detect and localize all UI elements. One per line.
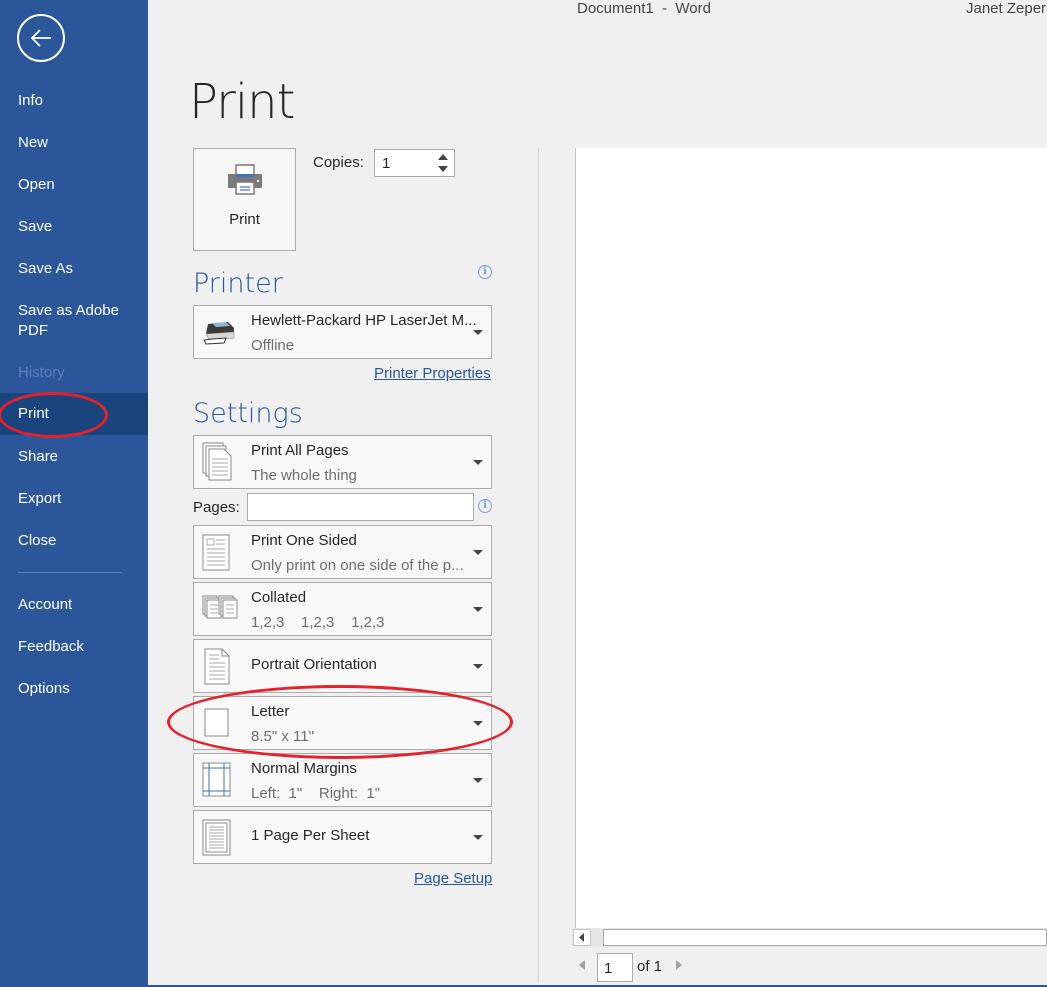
chevron-down-icon bbox=[473, 607, 483, 612]
orientation-main: Portrait Orientation bbox=[251, 656, 377, 673]
print-preview-page bbox=[575, 148, 1047, 928]
margins-icon bbox=[202, 762, 231, 797]
margins-sub: Left: 1" Right: 1" bbox=[251, 785, 381, 802]
print-button[interactable]: Print bbox=[193, 148, 296, 251]
sidebar-item-save-as[interactable]: Save As bbox=[0, 259, 148, 279]
scrollbar-thumb[interactable] bbox=[603, 929, 1047, 946]
printer-heading: Printer bbox=[193, 268, 283, 299]
pages-info-icon[interactable]: i bbox=[478, 499, 492, 513]
sidebar-item-export[interactable]: Export bbox=[0, 489, 148, 509]
print-range-sub: The whole thing bbox=[251, 467, 357, 484]
sidebar-item-print[interactable]: Print bbox=[0, 393, 148, 435]
previous-page-icon[interactable] bbox=[579, 960, 585, 970]
sidebar-item-new[interactable]: New bbox=[0, 133, 148, 153]
pages-input[interactable] bbox=[247, 493, 474, 521]
chevron-down-icon bbox=[473, 550, 483, 555]
one-sided-icon bbox=[202, 534, 230, 571]
orientation-select[interactable]: Portrait Orientation bbox=[193, 639, 492, 693]
user-name[interactable]: Janet Zeperr bbox=[966, 0, 1047, 17]
sidebar-item-feedback[interactable]: Feedback bbox=[0, 637, 148, 657]
sidebar-item-open[interactable]: Open bbox=[0, 175, 148, 195]
copies-value: 1 bbox=[382, 155, 391, 172]
laser-printer-icon bbox=[203, 322, 235, 345]
sidebar-item-share[interactable]: Share bbox=[0, 447, 148, 467]
panel-divider bbox=[538, 148, 539, 983]
sidebar-item-save-as-adobe-pdf[interactable]: Save as Adobe PDF bbox=[0, 301, 130, 341]
horizontal-scrollbar[interactable] bbox=[572, 928, 1047, 947]
sidebar-item-history: History bbox=[18, 364, 65, 381]
printer-properties-link[interactable]: Printer Properties bbox=[374, 365, 491, 382]
printer-name: Hewlett-Packard HP LaserJet M... bbox=[251, 312, 477, 329]
paper-size-select[interactable]: Letter 8.5" x 11" bbox=[193, 696, 492, 750]
back-arrow-icon bbox=[30, 29, 51, 47]
current-page-input[interactable]: 1 bbox=[597, 953, 633, 982]
copies-label: Copies: bbox=[313, 154, 364, 171]
pages-label: Pages: bbox=[193, 499, 240, 516]
page-title: Print bbox=[189, 74, 295, 130]
sidebar-divider bbox=[18, 572, 122, 573]
collation-sub: 1,2,3 1,2,3 1,2,3 bbox=[251, 614, 385, 631]
chevron-down-icon bbox=[473, 778, 483, 783]
current-page-value: 1 bbox=[604, 960, 613, 977]
chevron-down-icon bbox=[473, 330, 483, 335]
page-setup-link[interactable]: Page Setup bbox=[414, 870, 492, 887]
sides-main: Print One Sided bbox=[251, 532, 357, 549]
margins-select[interactable]: Normal Margins Left: 1" Right: 1" bbox=[193, 753, 492, 807]
paper-size-icon bbox=[204, 708, 229, 737]
backstage-sidebar: Info New Open Save Save As Save as Adobe… bbox=[0, 0, 148, 987]
pages-per-sheet-select[interactable]: 1 Page Per Sheet bbox=[193, 810, 492, 864]
printer-select[interactable]: Hewlett-Packard HP LaserJet M... Offline bbox=[193, 305, 492, 359]
printer-info-icon[interactable]: i bbox=[478, 265, 492, 279]
portrait-icon bbox=[204, 648, 230, 685]
next-page-icon[interactable] bbox=[676, 960, 682, 970]
print-range-main: Print All Pages bbox=[251, 442, 349, 459]
page-per-sheet-icon bbox=[202, 819, 231, 856]
settings-heading: Settings bbox=[193, 398, 303, 429]
chevron-down-icon bbox=[473, 460, 483, 465]
collation-main: Collated bbox=[251, 589, 307, 606]
word-backstage-print: Info New Open Save Save As Save as Adobe… bbox=[0, 0, 1047, 987]
margins-main: Normal Margins bbox=[251, 760, 357, 777]
sides-sub: Only print on one side of the p... bbox=[251, 557, 464, 574]
sidebar-item-info[interactable]: Info bbox=[0, 91, 148, 111]
printer-icon bbox=[228, 164, 262, 195]
paper-size-main: Letter bbox=[251, 703, 290, 720]
pages-stack-icon bbox=[202, 442, 232, 481]
copies-input[interactable]: 1 bbox=[374, 149, 455, 177]
sidebar-item-account[interactable]: Account bbox=[0, 595, 148, 615]
sidebar-item-close[interactable]: Close bbox=[0, 531, 148, 551]
print-button-label: Print bbox=[229, 211, 260, 228]
collation-select[interactable]: Collated 1,2,3 1,2,3 1,2,3 bbox=[193, 582, 492, 636]
spin-up-icon[interactable] bbox=[436, 151, 450, 163]
scroll-left-button[interactable] bbox=[573, 929, 591, 946]
scroll-left-icon bbox=[579, 933, 584, 942]
chevron-down-icon bbox=[473, 835, 483, 840]
back-button[interactable] bbox=[17, 14, 65, 62]
collated-icon bbox=[202, 595, 238, 619]
sides-select[interactable]: Print One Sided Only print on one side o… bbox=[193, 525, 492, 579]
spin-down-icon[interactable] bbox=[436, 163, 450, 175]
sidebar-item-save[interactable]: Save bbox=[0, 217, 148, 237]
print-range-select[interactable]: Print All Pages The whole thing bbox=[193, 435, 492, 489]
window-title: Document1 - Word bbox=[577, 0, 711, 17]
printer-status: Offline bbox=[251, 337, 295, 354]
sidebar-item-options[interactable]: Options bbox=[0, 679, 148, 699]
chevron-down-icon bbox=[473, 721, 483, 726]
pages-per-sheet-main: 1 Page Per Sheet bbox=[251, 827, 370, 844]
page-count: of 1 bbox=[637, 958, 663, 975]
chevron-down-icon bbox=[473, 664, 483, 669]
paper-size-sub: 8.5" x 11" bbox=[251, 728, 314, 745]
